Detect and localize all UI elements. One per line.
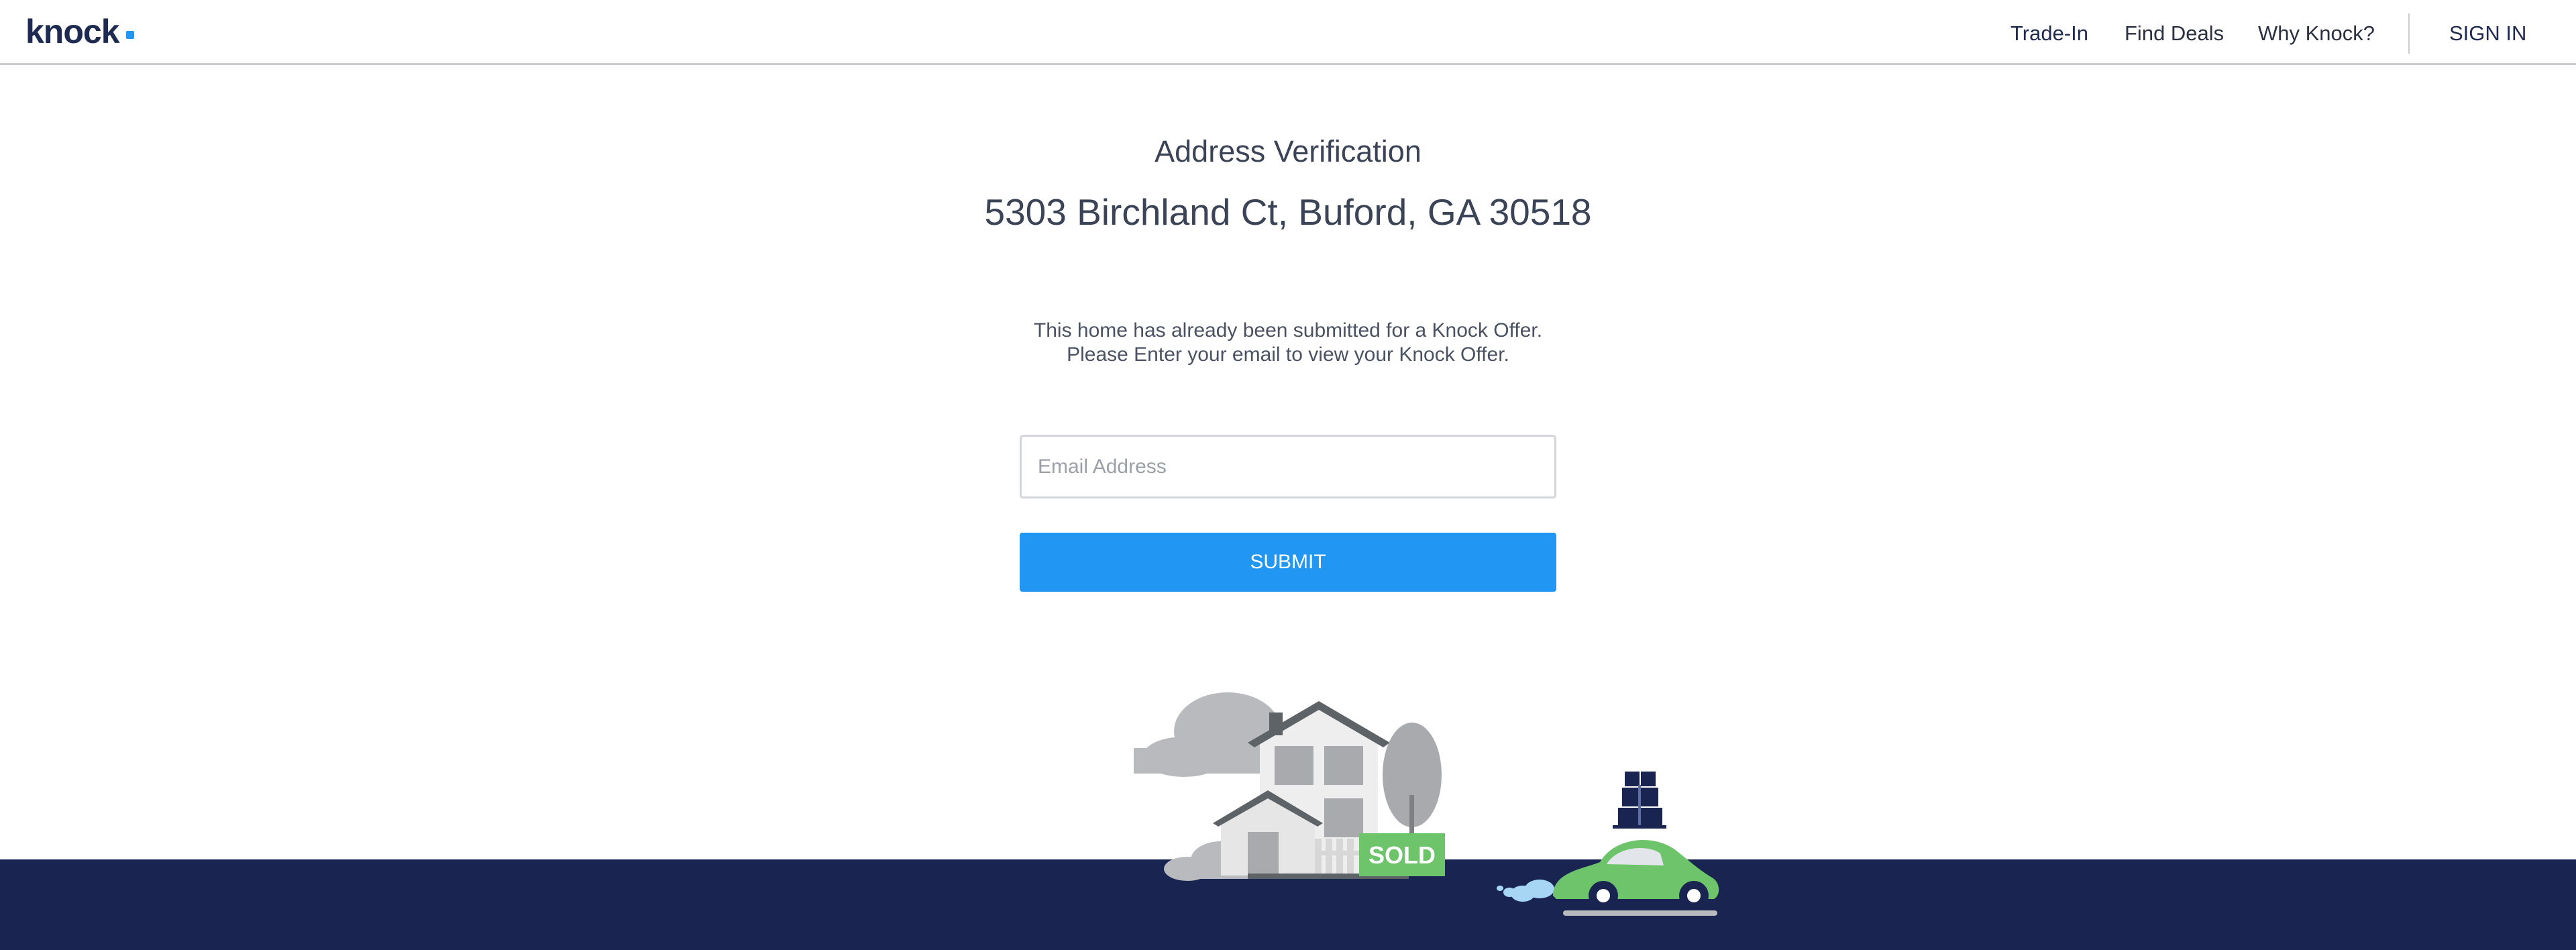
nav-why-knock[interactable]: Why Knock?: [2258, 21, 2375, 46]
sold-sign: SOLD: [1359, 833, 1445, 876]
info-message-line-2: Please Enter your email to view your Kno…: [1067, 344, 1509, 366]
top-navigation-bar: knock Trade-In Find Deals Why Knock? SIG…: [0, 0, 2576, 65]
page-title: Address Verification: [1155, 134, 1421, 168]
logo-dot-icon: [126, 31, 134, 39]
car-icon: [1553, 839, 1719, 916]
sold-house-illustration: SOLD: [1134, 692, 1719, 916]
info-message: This home has already been submitted for…: [0, 319, 2576, 367]
property-address: 5303 Birchland Ct, Buford, GA 30518: [984, 191, 1592, 233]
email-input[interactable]: [1020, 435, 1556, 498]
exhaust-icon: [1497, 880, 1554, 902]
knock-logo[interactable]: knock: [25, 12, 120, 51]
info-message-line-1: This home has already been submitted for…: [1033, 319, 1543, 341]
luggage-boxes-icon: [1613, 772, 1666, 829]
nav-trade-in[interactable]: Trade-In: [2010, 21, 2088, 46]
nav-find-deals[interactable]: Find Deals: [2125, 21, 2224, 46]
submit-button[interactable]: SUBMIT: [1020, 533, 1556, 592]
sign-in-link[interactable]: SIGN IN: [2449, 21, 2526, 46]
nav-divider: [2408, 13, 2410, 54]
sold-sign-text: SOLD: [1368, 841, 1436, 869]
